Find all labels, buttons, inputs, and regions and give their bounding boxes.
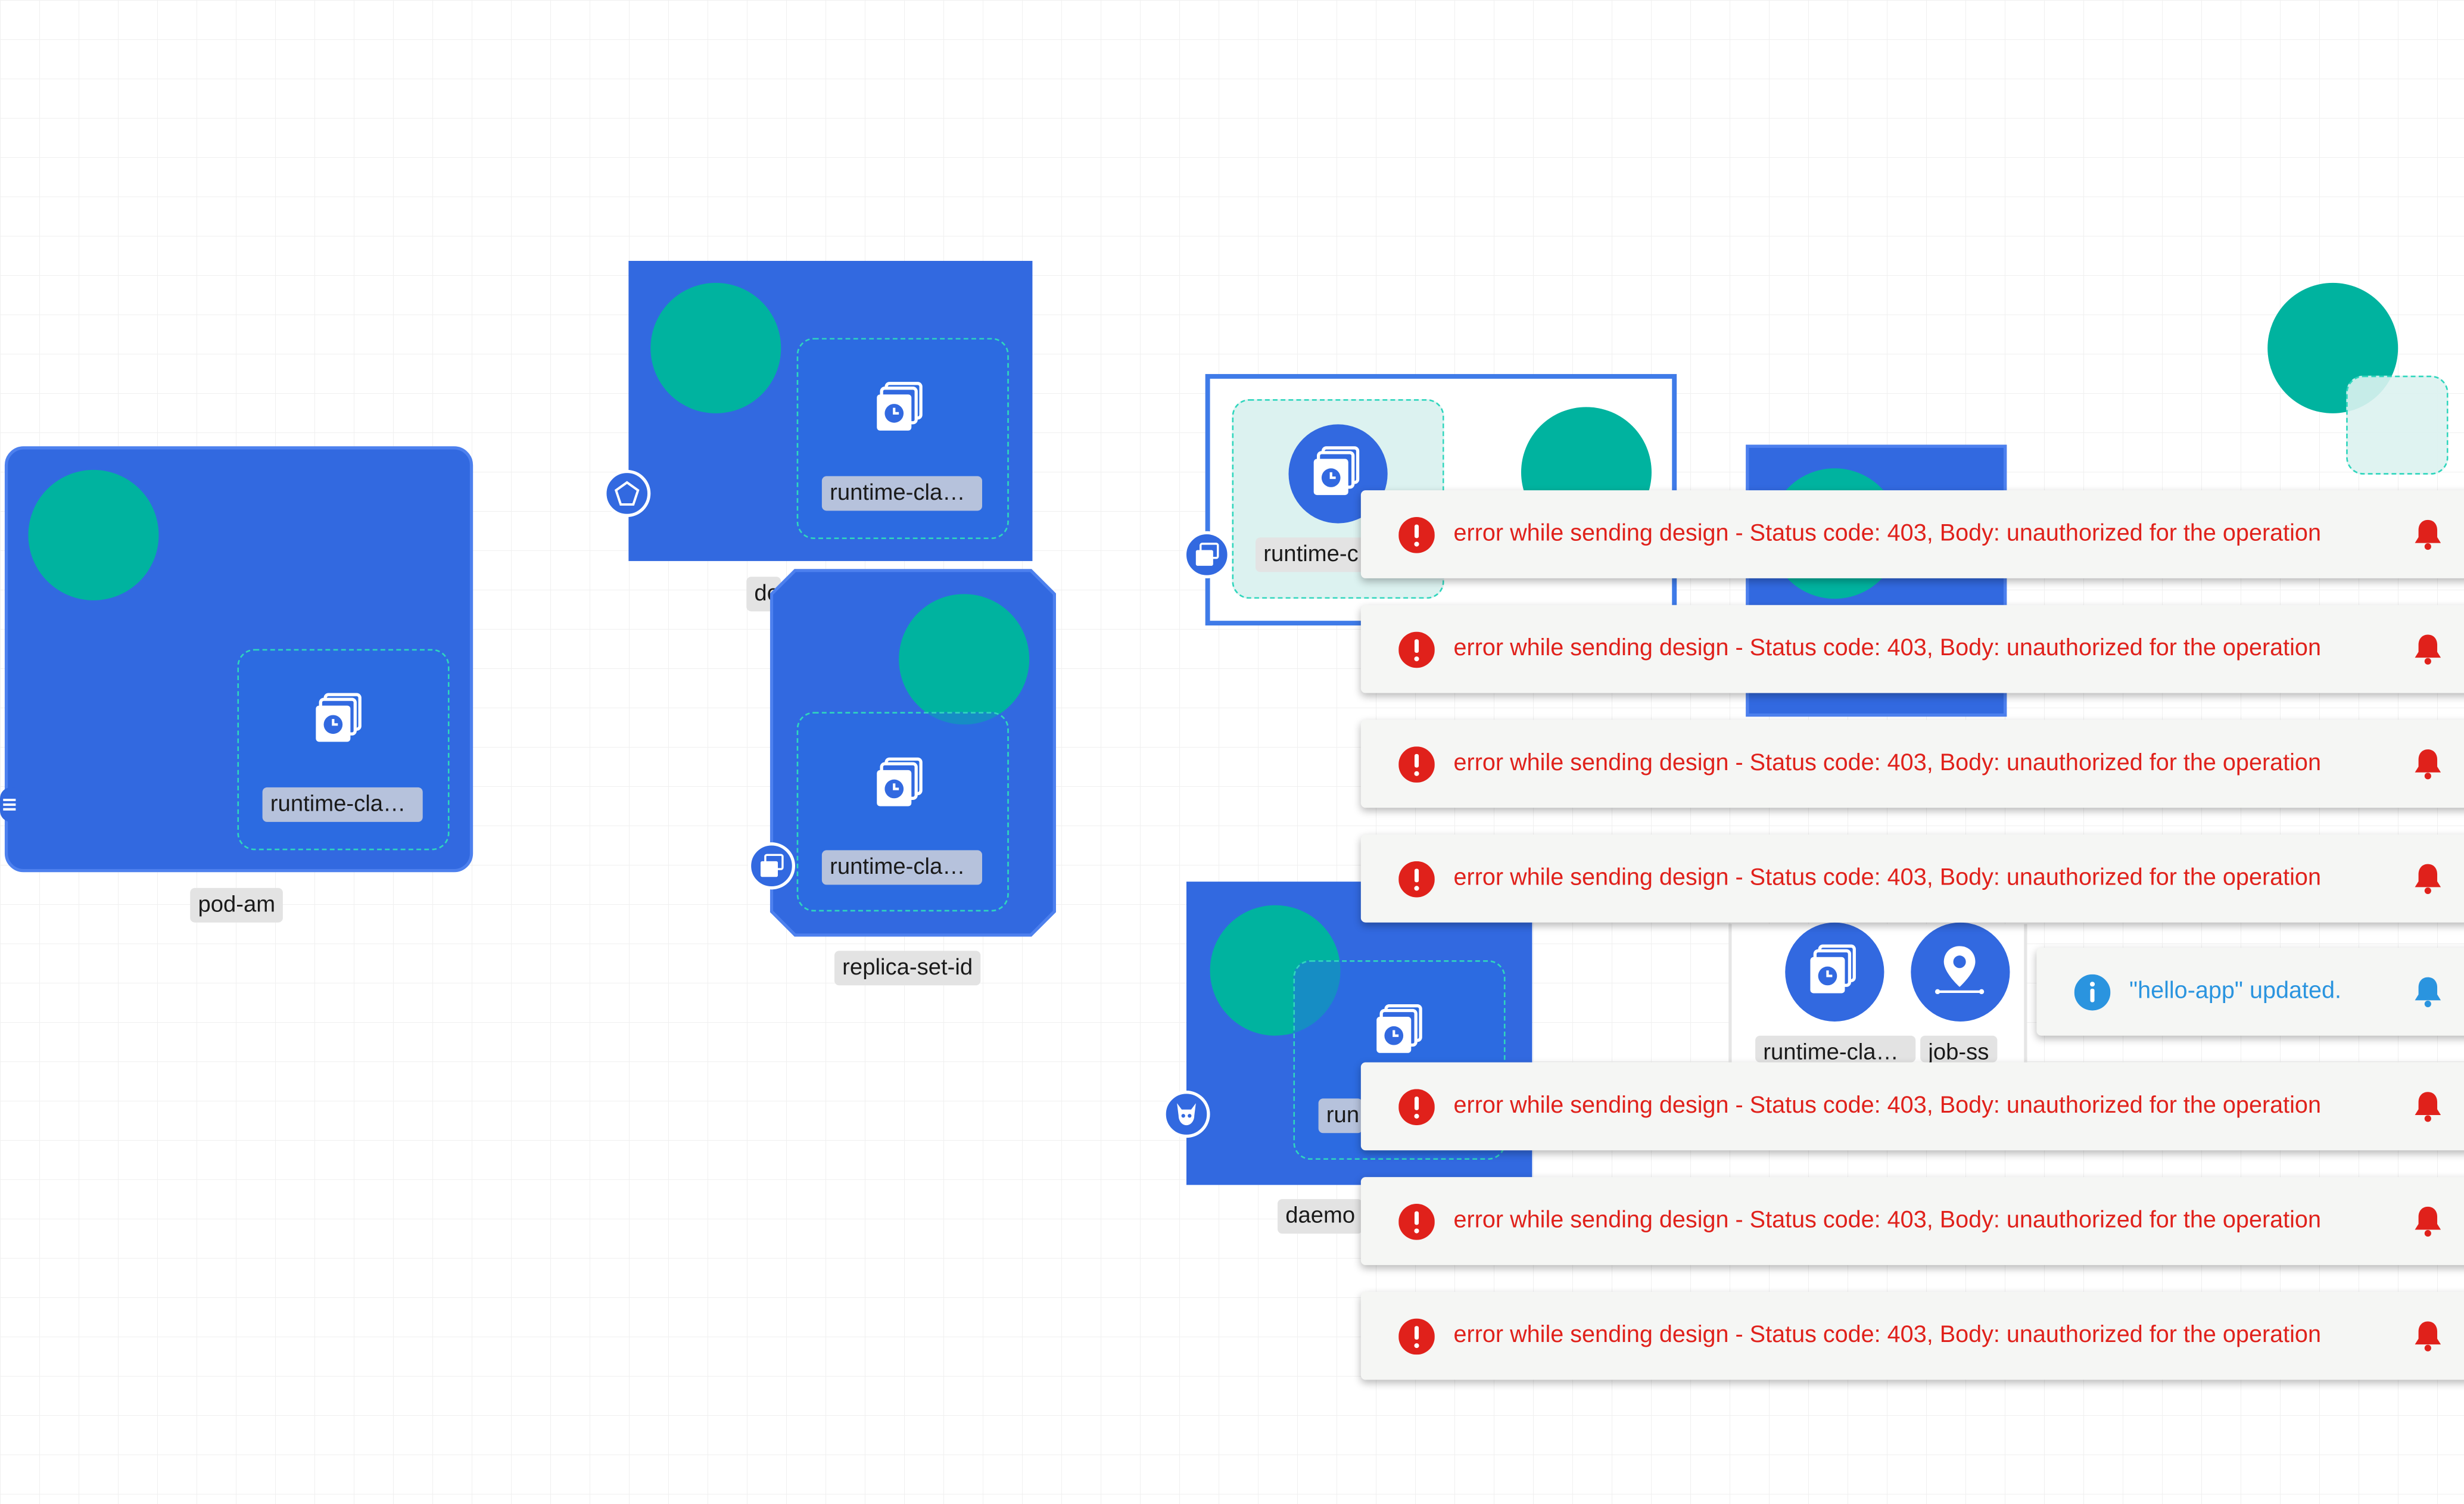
runtime-class-label: runtime-cla… — [1755, 1035, 1916, 1063]
error-notification[interactable]: error while sending design - Status code… — [1360, 1177, 2464, 1265]
notification-message: error while sending design - Status code… — [1453, 864, 2321, 891]
notification-message: error while sending design - Status code… — [1453, 749, 2321, 777]
error-circle-icon — [1398, 631, 1435, 668]
replicaset-label: replica-set-id — [834, 951, 981, 986]
runtime-class-icon — [1313, 446, 1360, 496]
runtime-class-label: run — [1318, 1098, 1363, 1134]
notification-message: error while sending design - Status code… — [1453, 1321, 2321, 1349]
bell-icon[interactable] — [2410, 1204, 2445, 1238]
runtime-class-label: runtime-cla… — [821, 850, 982, 885]
bell-icon[interactable] — [2410, 974, 2445, 1009]
bell-icon[interactable] — [2410, 517, 2445, 552]
notification-message: error while sending design - Status code… — [1453, 1207, 2321, 1234]
error-notification[interactable]: error while sending design - Status code… — [1360, 834, 2464, 923]
runtime-class-icon — [877, 757, 923, 807]
notification-message: error while sending design - Status code… — [1453, 520, 2321, 547]
runtime-class-label: runtime-cla… — [262, 787, 423, 822]
runtime-class-icon — [316, 693, 362, 742]
error-notification[interactable]: error while sending design - Status code… — [1360, 1291, 2464, 1380]
design-canvas[interactable]: runtime-cla… pod-am runtime-cla… de runt… — [0, 0, 2464, 1504]
node-status-circle — [899, 594, 1030, 725]
pod-label: pod-am — [190, 888, 284, 923]
bell-icon[interactable] — [2410, 1089, 2445, 1123]
notification-message: error while sending design - Status code… — [1453, 1092, 2321, 1119]
deployment-icon — [614, 481, 640, 506]
node-status-circle — [650, 282, 781, 413]
error-circle-icon — [1398, 861, 1435, 898]
daemonset-label: daemo — [1278, 1199, 1363, 1234]
runtime-class-icon — [1376, 1004, 1422, 1053]
runtime-class-icon — [877, 382, 923, 431]
error-circle-icon — [1398, 746, 1435, 783]
runtime-class-icon — [1810, 944, 1856, 994]
replicaset-icon — [760, 854, 784, 877]
error-circle-icon — [1398, 517, 1435, 553]
bell-icon[interactable] — [2410, 861, 2445, 896]
runtime-class-label: runtime-c — [1256, 537, 1366, 572]
error-circle-icon — [1398, 1318, 1435, 1355]
bell-icon[interactable] — [2410, 632, 2445, 667]
daemon-icon — [1177, 1103, 1196, 1126]
pod-icon — [0, 787, 22, 822]
error-notification[interactable]: error while sending design - Status code… — [1360, 605, 2464, 693]
runtime-class-child[interactable] — [2346, 375, 2449, 475]
info-notification[interactable]: "hello-app" updated. — [2036, 947, 2464, 1036]
error-notification[interactable]: error while sending design - Status code… — [1360, 490, 2464, 578]
notification-message: error while sending design - Status code… — [1453, 634, 2321, 662]
container-icon — [1195, 543, 1219, 566]
job-label: job-ss — [1920, 1035, 1997, 1063]
bell-icon[interactable] — [2410, 746, 2445, 781]
notification-message: "hello-app" updated. — [2129, 977, 2342, 1004]
error-circle-icon — [1398, 1204, 1435, 1240]
runtime-class-label: runtime-cla… — [821, 476, 982, 511]
location-pin-icon — [1935, 946, 1985, 995]
info-circle-icon — [2074, 974, 2111, 1011]
error-notification[interactable]: error while sending design - Status code… — [1360, 1062, 2464, 1151]
error-notification[interactable]: error while sending design - Status code… — [1360, 720, 2464, 808]
node-status-circle — [28, 469, 159, 600]
bell-icon[interactable] — [2410, 1319, 2445, 1353]
error-circle-icon — [1398, 1089, 1435, 1126]
